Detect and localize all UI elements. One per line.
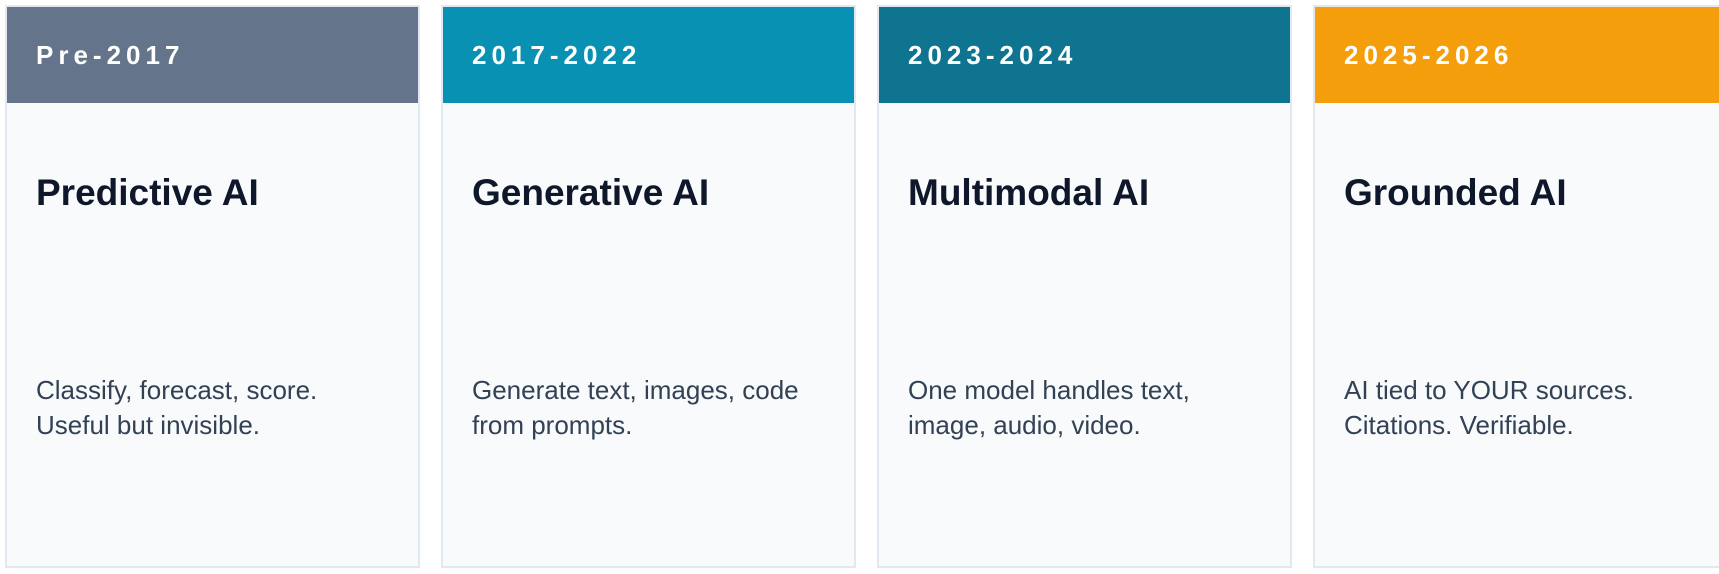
era-label: 2023-2024 <box>908 39 1078 70</box>
era-description-line: Useful but invisible. <box>36 410 260 440</box>
era-description-line: image, audio, video. <box>908 410 1141 440</box>
era-card-multimodal: 2023-2024 Multimodal AI One model handle… <box>877 5 1292 568</box>
era-description: Generate text, images, code from prompts… <box>472 373 842 443</box>
era-title: Generative AI <box>472 172 710 213</box>
era-description: One model handles text, image, audio, vi… <box>908 373 1278 443</box>
era-title: Multimodal AI <box>908 172 1150 213</box>
era-header: 2023-2024 <box>879 7 1290 103</box>
era-header: Pre-2017 <box>7 7 418 103</box>
era-title: Grounded AI <box>1344 172 1567 213</box>
era-description-line: One model handles text, <box>908 375 1190 405</box>
era-label: Pre-2017 <box>36 39 185 70</box>
era-description-line: from prompts. <box>472 410 633 440</box>
era-description-line: AI tied to YOUR sources. <box>1344 375 1634 405</box>
era-card-predictive: Pre-2017 Predictive AI Classify, forecas… <box>5 5 420 568</box>
era-title: Predictive AI <box>36 172 259 213</box>
era-header: 2017-2022 <box>443 7 854 103</box>
era-description: AI tied to YOUR sources. Citations. Veri… <box>1344 373 1714 443</box>
ai-evolution-timeline: Pre-2017 Predictive AI Classify, forecas… <box>0 0 1719 574</box>
era-header: 2025-2026 <box>1315 7 1719 103</box>
era-description-line: Classify, forecast, score. <box>36 375 318 405</box>
era-card-grounded: 2025-2026 Grounded AI AI tied to YOUR so… <box>1313 5 1719 568</box>
era-description-line: Citations. Verifiable. <box>1344 410 1574 440</box>
era-label: 2025-2026 <box>1344 39 1514 70</box>
era-card-generative: 2017-2022 Generative AI Generate text, i… <box>441 5 856 568</box>
era-description: Classify, forecast, score. Useful but in… <box>36 373 406 443</box>
era-description-line: Generate text, images, code <box>472 375 799 405</box>
era-label: 2017-2022 <box>472 39 642 70</box>
